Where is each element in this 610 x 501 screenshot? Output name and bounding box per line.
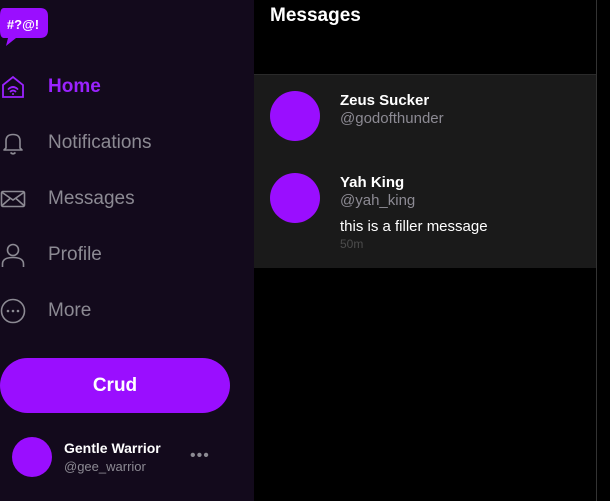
- sidebar-item-label: Messages: [48, 188, 135, 209]
- sidebar-item-label: Notifications: [48, 132, 152, 153]
- sidebar-item-more[interactable]: More: [0, 291, 240, 331]
- list-item[interactable]: Yah King @yah_king this is a filler mess…: [254, 157, 596, 268]
- bell-icon: [0, 130, 26, 156]
- account-switcher[interactable]: Gentle Warrior @gee_warrior •••: [12, 437, 240, 479]
- panel-divider: [596, 0, 597, 501]
- page-title: Messages: [270, 5, 361, 26]
- user-icon: [0, 242, 26, 268]
- sidebar-item-label: Home: [48, 76, 101, 97]
- sidebar-item-messages[interactable]: Messages: [0, 179, 240, 219]
- sidebar-item-profile[interactable]: Profile: [0, 235, 240, 275]
- sidebar-item-label: Profile: [48, 244, 102, 265]
- home-icon: [0, 74, 26, 100]
- avatar: [270, 173, 320, 223]
- message-sender-name: Zeus Sucker: [340, 92, 430, 109]
- sidebar-item-notifications[interactable]: Notifications: [0, 123, 240, 163]
- message-timestamp: 50m: [340, 237, 364, 251]
- sidebar-item-label: More: [48, 300, 92, 321]
- message-list: Zeus Sucker @godofthunder Yah King @yah_…: [254, 75, 596, 268]
- account-name: Gentle Warrior: [64, 440, 161, 456]
- crud-button[interactable]: Crud: [0, 358, 230, 413]
- app-logo[interactable]: #?@!: [0, 6, 48, 46]
- main-panel: Messages Zeus Sucker @godofthunder Yah K…: [254, 0, 596, 501]
- more-circle-icon: [0, 298, 26, 324]
- sidebar-item-home[interactable]: Home: [0, 67, 240, 107]
- message-preview-text: this is a filler message: [340, 218, 488, 235]
- avatar: [12, 437, 52, 477]
- message-sender-name: Yah King: [340, 174, 405, 191]
- message-sender-handle: @godofthunder: [340, 110, 444, 127]
- envelope-icon: [0, 186, 26, 212]
- account-handle: @gee_warrior: [64, 459, 146, 474]
- sidebar: #?@! Home Notifications Messages Profile…: [0, 0, 254, 501]
- svg-text:#?@!: #?@!: [7, 17, 39, 32]
- message-sender-handle: @yah_king: [340, 192, 416, 209]
- account-menu-icon[interactable]: •••: [190, 447, 210, 465]
- avatar: [270, 91, 320, 141]
- list-item[interactable]: Zeus Sucker @godofthunder: [254, 75, 596, 157]
